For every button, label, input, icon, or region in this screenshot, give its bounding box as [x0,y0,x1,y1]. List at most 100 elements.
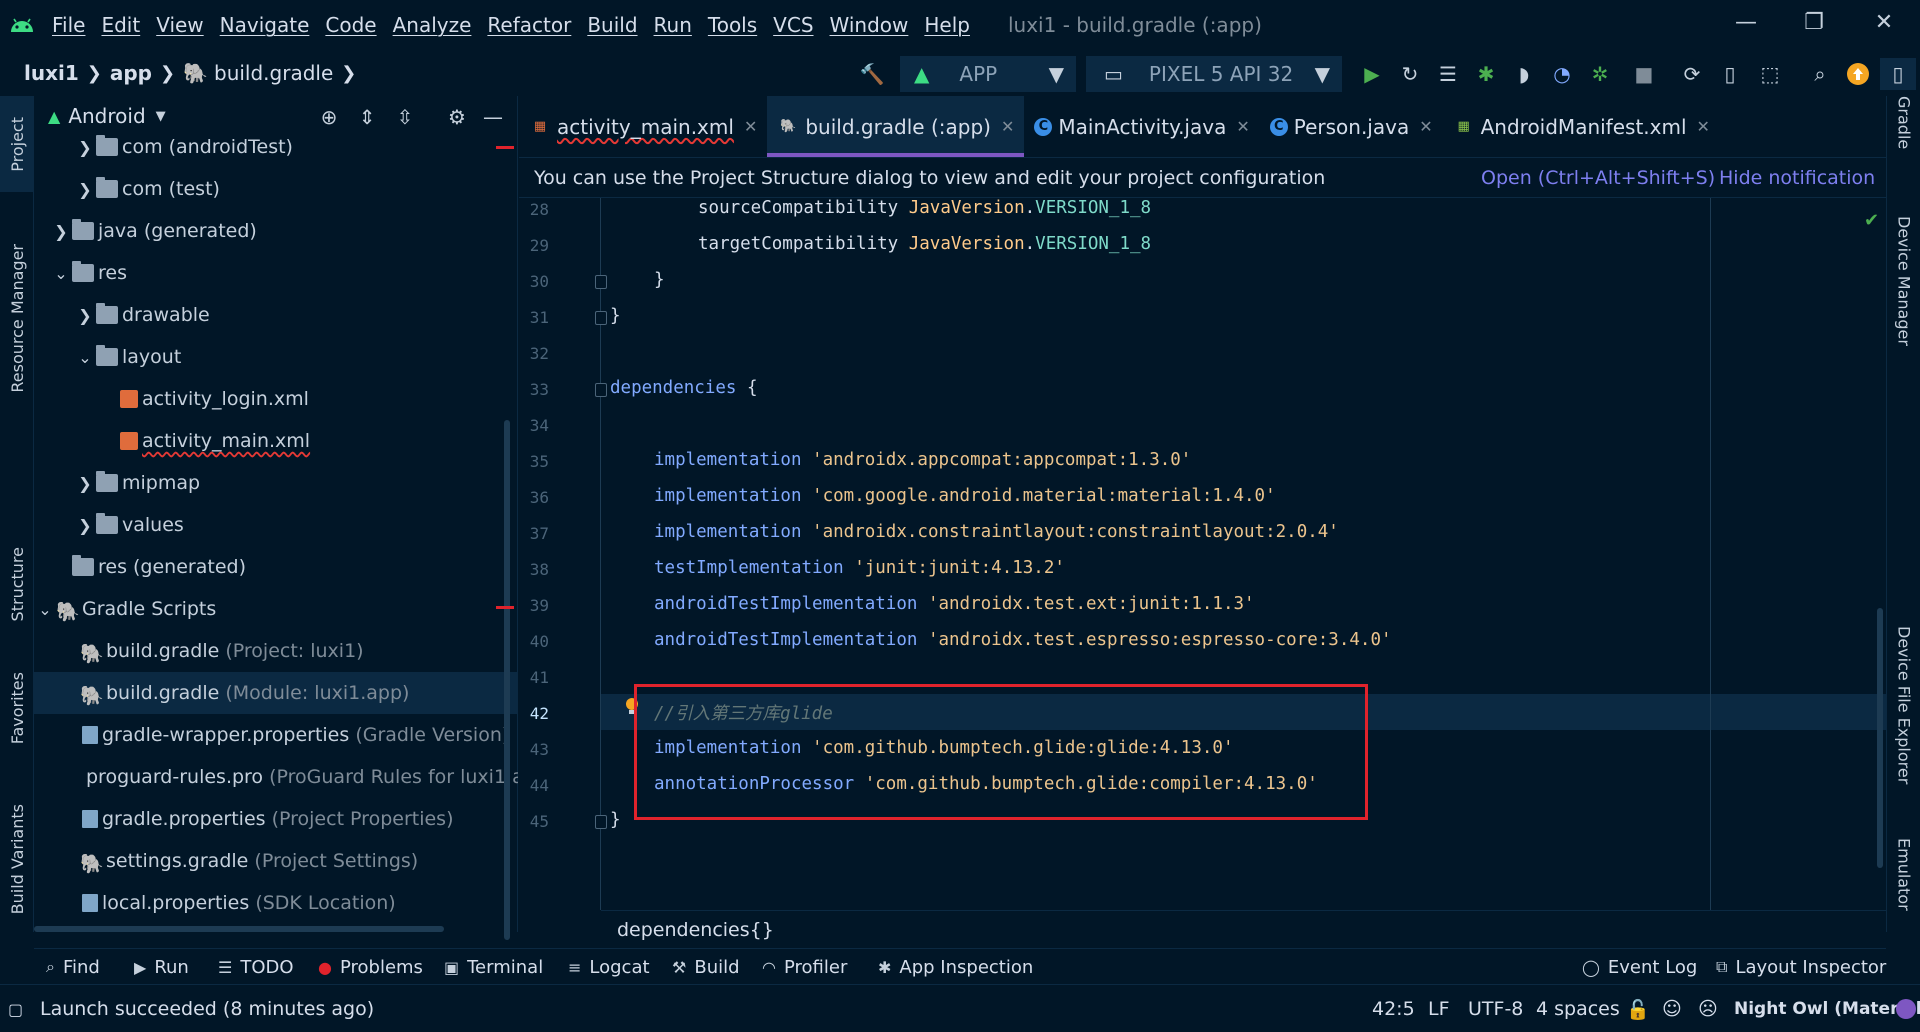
indent-setting[interactable]: 4 spaces [1536,985,1620,1032]
line-separator[interactable]: LF [1428,985,1450,1032]
menu-vcs[interactable]: VCS [765,13,821,37]
file-encoding[interactable]: UTF-8 [1468,985,1523,1032]
menu-analyze[interactable]: Analyze [385,13,480,37]
tool-tab-device-manager[interactable]: Device Manager [1887,216,1920,476]
update-icon[interactable] [1842,58,1874,90]
breadcrumb-module[interactable]: app [110,61,152,85]
chevron-right-icon[interactable]: ❯ [50,222,72,241]
chevron-right-icon[interactable]: ❯ [74,180,96,199]
tool-find[interactable]: ⌕ Find [46,949,100,985]
tree-item[interactable]: ❯ com (androidTest) [34,126,518,168]
tab-build-gradle-app[interactable]: 🐘 build.gradle (:app) ✕ [767,96,1025,157]
tab-mainactivity-java[interactable]: C MainActivity.java ✕ [1024,96,1259,157]
chevron-right-icon[interactable]: ❯ [74,516,96,535]
tree-item[interactable]: ❯ com (test) [34,168,518,210]
tab-activity-main-xml[interactable]: ▦ activity_main.xml ✕ [519,96,767,157]
user-icon[interactable]: ▯ [1880,58,1916,90]
tool-tab-resource-manager[interactable]: Resource Manager [0,218,34,418]
tool-profiler[interactable]: ◠ Profiler [762,949,847,985]
tool-tab-structure[interactable]: Structure [0,534,34,634]
apply-changes-icon[interactable]: ↻ [1394,58,1426,90]
debug-icon[interactable]: ✱ [1470,58,1502,90]
happy-face-icon[interactable]: ☺ [1662,985,1682,1032]
breadcrumb-file[interactable]: build.gradle [214,61,333,85]
status-message[interactable]: Launch succeeded (8 minutes ago) [40,985,374,1032]
chevron-down-icon[interactable]: ⌄ [74,348,96,367]
run-icon[interactable]: ▶ [1356,58,1388,90]
tree-item[interactable]: 🐘 settings.gradle (Project Settings) [34,840,518,882]
tree-item[interactable]: ❯ drawable [34,294,518,336]
tool-tab-favorites[interactable]: Favorites [0,658,34,758]
sdk-manager-icon[interactable]: ⬚ [1754,58,1786,90]
tool-problems[interactable]: ● Problems [318,949,423,985]
run-config-dropdown[interactable]: ▲ APP ▼ [900,56,1076,92]
menu-file[interactable]: File [44,13,93,37]
breadcrumb-project[interactable]: luxi1 [24,61,79,85]
menu-navigate[interactable]: Navigate [212,13,318,37]
close-window-icon[interactable]: ✕ [1856,0,1912,44]
tool-terminal[interactable]: ▣ Terminal [444,949,543,985]
tool-logcat[interactable]: ≡ Logcat [568,949,650,985]
tool-build[interactable]: ⚒ Build [672,949,740,985]
tree-item[interactable]: activity_login.xml [34,378,518,420]
tree-item[interactable]: ⌄ res [34,252,518,294]
vertical-scrollbar[interactable] [504,420,510,940]
device-dropdown[interactable]: ▭ PIXEL 5 API 32 ▼ [1086,56,1342,92]
tool-event-log[interactable]: ◯ Event Log [1582,949,1697,985]
tree-item[interactable]: ⌄ 🐘 Gradle Scripts [34,588,518,630]
tree-item[interactable]: 🐘 build.gradle (Project: luxi1) [34,630,518,672]
panel-toggle-icon[interactable]: ▢ [8,985,23,1032]
horizontal-scrollbar[interactable] [34,926,444,932]
breadcrumb-dependencies[interactable]: dependencies{} [617,919,774,941]
hammer-build-icon[interactable]: 🔨 [856,58,888,90]
theme-indicator-icon[interactable] [1896,985,1916,1032]
device-manager-icon[interactable]: ▯ [1714,58,1746,90]
close-icon[interactable]: ✕ [1419,117,1432,136]
menu-edit[interactable]: Edit [93,13,148,37]
tree-item[interactable]: activity_main.xml [34,420,518,462]
minimize-icon[interactable]: — [1718,0,1774,44]
close-icon[interactable]: ✕ [1697,117,1710,136]
attach-debugger-icon[interactable]: ✲ [1584,58,1616,90]
lock-icon[interactable]: 🔓 [1626,985,1650,1032]
tool-todo[interactable]: ☰ TODO [218,949,294,985]
chevron-right-icon[interactable]: ❯ [74,306,96,325]
search-icon[interactable]: ⌕ [1804,58,1836,90]
tool-tab-project[interactable]: Project [0,96,34,192]
tree-item[interactable]: ❯ java (generated) [34,210,518,252]
apply-code-changes-icon[interactable]: ☰ [1432,58,1464,90]
close-icon[interactable]: ✕ [744,117,757,136]
stop-icon[interactable]: ■ [1628,58,1660,90]
menu-help[interactable]: Help [916,13,978,37]
tree-item[interactable]: local.properties (SDK Location) [34,882,518,924]
chevron-right-icon[interactable]: ❯ [74,138,96,157]
tree-item[interactable]: ⌄ layout [34,336,518,378]
tool-tab-emulator[interactable]: Emulator [1887,838,1920,938]
tree-item[interactable]: res (generated) [34,546,518,588]
menu-view[interactable]: View [148,13,211,37]
editor-scrollbar[interactable] [1877,608,1883,868]
menu-refactor[interactable]: Refactor [479,13,579,37]
theme-name[interactable]: Night Owl (Material) [1734,985,1920,1032]
tool-app-inspection[interactable]: ✱ App Inspection [878,949,1033,985]
sad-face-icon[interactable]: ☹ [1698,985,1718,1032]
chevron-right-icon[interactable]: ❯ [74,474,96,493]
coverage-icon[interactable]: ◗ [1508,58,1540,90]
tree-item[interactable]: ❯ values [34,504,518,546]
tree-item[interactable]: proguard-rules.pro (ProGuard Rules for l… [34,756,518,798]
tree-item[interactable]: gradle-wrapper.properties (Gradle Versio… [34,714,518,756]
chevron-down-icon[interactable]: ⌄ [50,264,72,283]
chevron-down-icon[interactable]: ⌄ [34,600,56,619]
tool-tab-gradle[interactable]: Gradle [1887,96,1920,196]
close-icon[interactable]: ✕ [1001,117,1014,136]
no-problems-check-icon[interactable]: ✔ [1864,210,1879,231]
tree-item[interactable]: gradle.properties (Project Properties) [34,798,518,840]
tab-person-java[interactable]: C Person.java ✕ [1260,96,1443,157]
menu-build[interactable]: Build [579,13,645,37]
menu-tools[interactable]: Tools [700,13,765,37]
menu-run[interactable]: Run [646,13,700,37]
tree-item-selected[interactable]: 🐘 build.gradle (Module: luxi1.app) [34,672,518,714]
tool-tab-build-variants[interactable]: Build Variants [0,794,34,924]
tool-layout-inspector[interactable]: ⧉ Layout Inspector [1716,949,1886,985]
profile-icon[interactable]: ◔ [1546,58,1578,90]
